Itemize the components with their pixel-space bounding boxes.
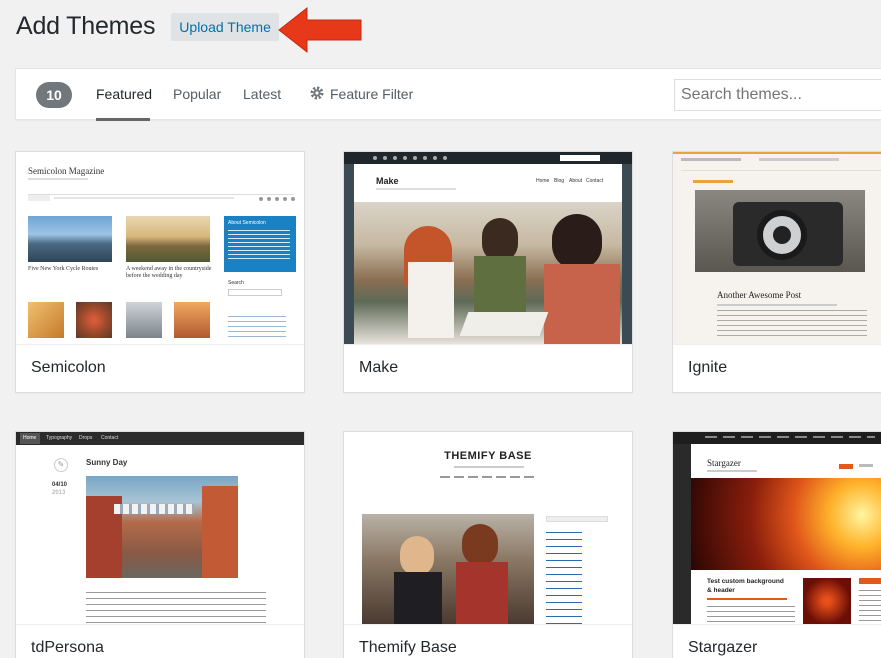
preview-site-title: THEMIFY BASE [444,450,532,462]
tab-featured[interactable]: Featured [96,86,152,102]
gear-icon[interactable] [309,85,325,101]
preview-site-title: Make [376,176,399,186]
theme-card-stargazer[interactable]: Stargazer Test custom background & heade… [672,431,881,658]
tab-latest[interactable]: Latest [243,86,281,102]
theme-name: Stargazer [673,624,881,658]
arrow-left-icon [278,6,362,54]
preview-post-title: Sunny Day [86,458,128,467]
theme-name: tdPersona [16,624,304,658]
pencil-icon: ✎ [54,458,68,472]
theme-card-tdpersona[interactable]: Home Typography Drops Contact ✎ 04/10 20… [15,431,305,658]
theme-name: Make [344,344,632,392]
preview-photo-women [362,514,534,624]
theme-screenshot[interactable]: Home Typography Drops Contact ✎ 04/10 20… [16,432,304,624]
theme-name: Ignite [673,344,881,392]
theme-screenshot[interactable]: Another Awesome Post [673,152,881,344]
theme-count-badge: 10 [36,82,72,108]
preview-image-sun [691,478,881,570]
upload-theme-button[interactable]: Upload Theme [171,12,279,41]
preview-post-title: Test custom background [707,578,784,585]
theme-filter-bar: 10 Featured Popular Latest Feature Filte… [15,68,881,121]
theme-card-semicolon[interactable]: Semicolon Magazine Five New York Cycle R… [15,151,305,393]
theme-name: Semicolon [16,344,304,392]
social-icons [373,156,447,160]
page-title: Add Themes [16,12,156,40]
preview-site-title: Stargazer [707,458,741,468]
tab-popular[interactable]: Popular [173,86,221,102]
search-themes-input[interactable] [674,79,881,111]
theme-screenshot[interactable]: Stargazer Test custom background & heade… [673,432,881,624]
preview-image-city [28,216,112,262]
theme-name: Themify Base [344,624,632,658]
social-icons [259,197,295,201]
page-header: Add Themes Upload Theme [16,12,279,41]
feature-filter-button[interactable]: Feature Filter [330,86,413,102]
preview-image-countryside [126,216,210,262]
theme-card-ignite[interactable]: Another Awesome Post Ignite [672,151,881,393]
preview-site-title: Semicolon Magazine [28,166,105,176]
theme-card-themify-base[interactable]: THEMIFY BASE Themify Base [343,431,633,658]
theme-screenshot[interactable]: THEMIFY BASE [344,432,632,624]
theme-screenshot[interactable]: Make Home Blog About Contact [344,152,632,344]
theme-screenshot[interactable]: Semicolon Magazine Five New York Cycle R… [16,152,304,344]
preview-post-title: Another Awesome Post [717,290,802,300]
active-tab-indicator [96,118,150,121]
theme-card-make[interactable]: Make Home Blog About Contact Make [343,151,633,393]
